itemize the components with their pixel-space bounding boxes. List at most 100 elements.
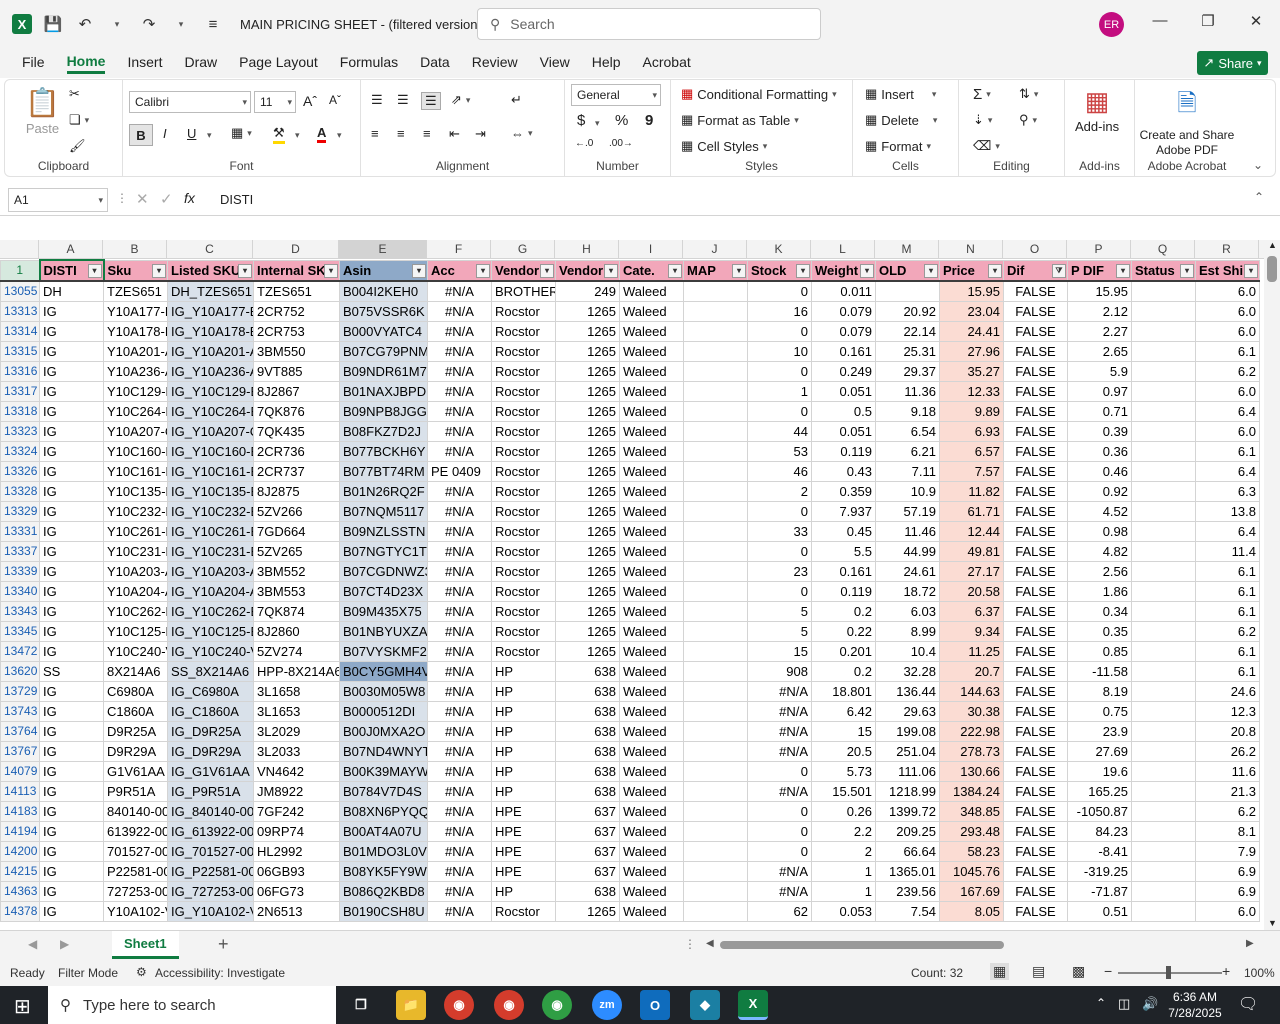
cell-map[interactable] bbox=[683, 600, 748, 622]
cell-weight[interactable]: 0.119 bbox=[811, 580, 876, 602]
cell-status[interactable] bbox=[1131, 840, 1196, 862]
cell-asin[interactable]: B000VYATC4 bbox=[339, 320, 428, 342]
cell-disti[interactable]: IG bbox=[39, 500, 104, 522]
cell-acc[interactable]: #N/A bbox=[427, 440, 492, 462]
cell-weight[interactable]: 0.5 bbox=[811, 400, 876, 422]
cell-map[interactable] bbox=[683, 440, 748, 462]
cell-price[interactable]: 9.89 bbox=[939, 400, 1004, 422]
cell-map[interactable] bbox=[683, 460, 748, 482]
cell-listed-sku[interactable]: IG_701527-00 bbox=[167, 840, 254, 862]
row-number[interactable]: 14200 bbox=[0, 840, 40, 862]
cell-category[interactable]: Waleed bbox=[619, 560, 684, 582]
cell-dif[interactable]: FALSE bbox=[1003, 480, 1068, 502]
cell-est-ship[interactable]: 6.1 bbox=[1195, 640, 1260, 662]
menu-data[interactable]: Data bbox=[420, 54, 450, 72]
increase-indent-icon[interactable]: ⇥ bbox=[475, 126, 486, 142]
cell-vendor-id[interactable]: 638 bbox=[555, 660, 620, 682]
filter-dropdown-icon[interactable]: ▾ bbox=[324, 263, 338, 278]
cell-asin[interactable]: B07VYSKMF2 bbox=[339, 640, 428, 662]
row-number[interactable]: 13317 bbox=[0, 380, 40, 402]
cell-vendor-id[interactable]: 1265 bbox=[555, 420, 620, 442]
cell-asin[interactable]: B01N26RQ2F bbox=[339, 480, 428, 502]
cell-category[interactable]: Waleed bbox=[619, 500, 684, 522]
cell-dif[interactable]: FALSE bbox=[1003, 840, 1068, 862]
cell-listed-sku[interactable]: IG_Y10C125-E bbox=[167, 620, 254, 642]
cell-listed-sku[interactable]: IG_Y10A207-C bbox=[167, 420, 254, 442]
cell-vendor-id[interactable]: 638 bbox=[555, 700, 620, 722]
cell-dif[interactable]: FALSE bbox=[1003, 400, 1068, 422]
cell-dif[interactable]: FALSE bbox=[1003, 460, 1068, 482]
cell-p-dif[interactable]: 23.9 bbox=[1067, 720, 1132, 742]
cell-map[interactable] bbox=[683, 520, 748, 542]
cell-weight[interactable]: 18.801 bbox=[811, 680, 876, 702]
cell-p-dif[interactable]: 2.56 bbox=[1067, 560, 1132, 582]
cell-map[interactable] bbox=[683, 420, 748, 442]
cell-vendor[interactable]: Rocstor bbox=[491, 640, 556, 662]
cell-stock[interactable]: 44 bbox=[747, 420, 812, 442]
row-number[interactable]: 14194 bbox=[0, 820, 40, 842]
cell-vendor-id[interactable]: 1265 bbox=[555, 640, 620, 662]
cell-weight[interactable]: 2 bbox=[811, 840, 876, 862]
cell-category[interactable]: Waleed bbox=[619, 540, 684, 562]
cell-dif[interactable]: FALSE bbox=[1003, 380, 1068, 402]
cell-status[interactable] bbox=[1131, 420, 1196, 442]
cell-internal-sku[interactable]: 3L1658 bbox=[253, 680, 340, 702]
cell-status[interactable] bbox=[1131, 640, 1196, 662]
cell-dif[interactable]: FALSE bbox=[1003, 280, 1068, 302]
cell-vendor-id[interactable]: 638 bbox=[555, 880, 620, 902]
cell-stock[interactable]: 16 bbox=[747, 300, 812, 322]
row-number[interactable]: 13313 bbox=[0, 300, 40, 322]
wrap-text-icon[interactable]: ↵ bbox=[511, 92, 522, 108]
cell-listed-sku[interactable]: IG_Y10A236-A bbox=[167, 360, 254, 382]
row-number[interactable]: 13328 bbox=[0, 480, 40, 502]
cell-disti[interactable]: IG bbox=[39, 880, 104, 902]
cell-vendor[interactable]: HP bbox=[491, 760, 556, 782]
fill-dropdown-icon[interactable]: ▾ bbox=[295, 130, 300, 141]
header-cell-asin[interactable]: Asin ▾ bbox=[339, 259, 428, 282]
filter-dropdown-icon[interactable]: ▾ bbox=[604, 263, 618, 278]
cell-disti[interactable]: IG bbox=[39, 840, 104, 862]
cell-stock[interactable]: #N/A bbox=[747, 720, 812, 742]
increase-font-icon[interactable]: Aˆ bbox=[303, 93, 317, 109]
horizontal-scroll-thumb[interactable] bbox=[720, 941, 1004, 949]
cell-est-ship[interactable]: 6.9 bbox=[1195, 860, 1260, 882]
create-pdf-button[interactable]: 🗎 Create and Share Adobe PDF bbox=[1137, 86, 1237, 158]
cell-status[interactable] bbox=[1131, 860, 1196, 882]
cell-p-dif[interactable]: 1.86 bbox=[1067, 580, 1132, 602]
cell-internal-sku[interactable]: 2CR736 bbox=[253, 440, 340, 462]
cell-disti[interactable]: IG bbox=[39, 600, 104, 622]
filter-dropdown-icon[interactable]: ▾ bbox=[238, 263, 252, 278]
row-number[interactable]: 13340 bbox=[0, 580, 40, 602]
cell-p-dif[interactable]: 0.98 bbox=[1067, 520, 1132, 542]
cell-internal-sku[interactable]: 06GB93 bbox=[253, 860, 340, 882]
cell-category[interactable]: Waleed bbox=[619, 700, 684, 722]
cell-vendor-id[interactable]: 1265 bbox=[555, 500, 620, 522]
cell-est-ship[interactable]: 6.1 bbox=[1195, 660, 1260, 682]
cell-vendor-id[interactable]: 638 bbox=[555, 720, 620, 742]
cell-category[interactable]: Waleed bbox=[619, 660, 684, 682]
search-input[interactable]: ⚲ Search bbox=[477, 8, 821, 40]
cell-category[interactable]: Waleed bbox=[619, 440, 684, 462]
cell-p-dif[interactable]: -1050.87 bbox=[1067, 800, 1132, 822]
decrease-decimal-icon[interactable]: .00→ bbox=[609, 138, 633, 149]
currency-dropdown-icon[interactable]: ▾ bbox=[595, 118, 600, 129]
formula-expand-icon[interactable]: ⌃ bbox=[1254, 190, 1264, 204]
cell-vendor-id[interactable]: 1265 bbox=[555, 520, 620, 542]
menu-file[interactable]: File bbox=[22, 54, 45, 72]
menu-review[interactable]: Review bbox=[472, 54, 518, 72]
cell-dif[interactable]: FALSE bbox=[1003, 820, 1068, 842]
cell-category[interactable]: Waleed bbox=[619, 400, 684, 422]
filter-dropdown-icon[interactable]: ▾ bbox=[732, 263, 746, 278]
cell-vendor[interactable]: HP bbox=[491, 880, 556, 902]
cell-listed-sku[interactable]: IG_P9R51A bbox=[167, 780, 254, 802]
cell-status[interactable] bbox=[1131, 880, 1196, 902]
cell-status[interactable] bbox=[1131, 820, 1196, 842]
cell-disti[interactable]: IG bbox=[39, 780, 104, 802]
row-number[interactable]: 13326 bbox=[0, 460, 40, 482]
cell-price[interactable]: 1045.76 bbox=[939, 860, 1004, 882]
filter-dropdown-icon[interactable]: ▾ bbox=[476, 263, 490, 278]
cell-status[interactable] bbox=[1131, 780, 1196, 802]
menu-view[interactable]: View bbox=[540, 54, 570, 72]
cell-dif[interactable]: FALSE bbox=[1003, 520, 1068, 542]
page-break-icon[interactable]: ▩ bbox=[1072, 963, 1085, 980]
